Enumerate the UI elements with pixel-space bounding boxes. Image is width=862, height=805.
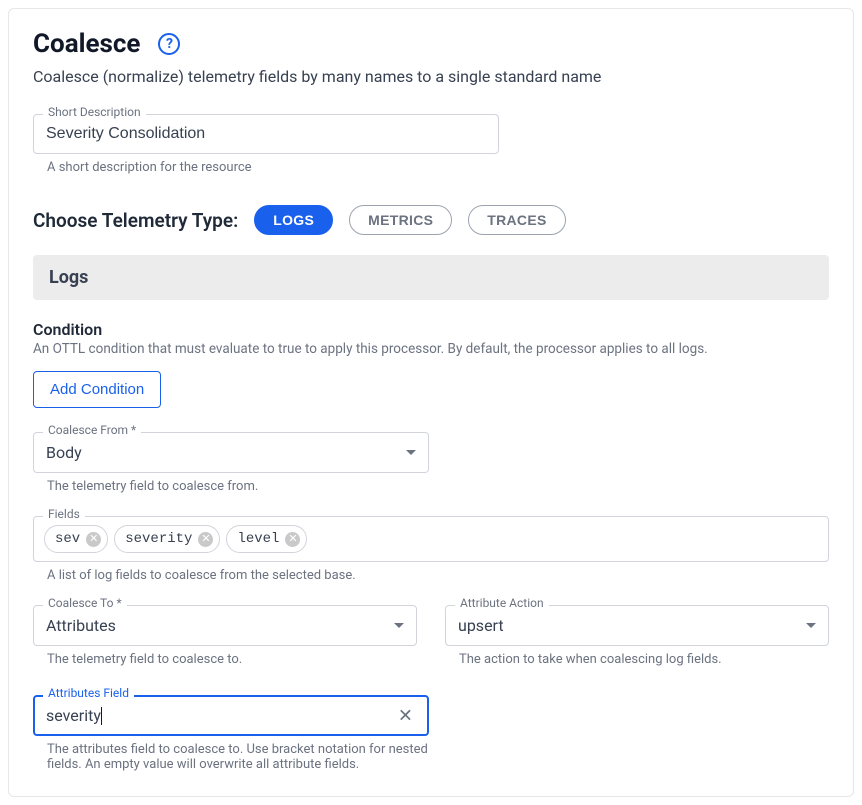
page-title: Coalesce <box>33 29 140 59</box>
short-description-field: Short Description <box>33 114 499 154</box>
attributes-field-value: severity <box>46 706 101 725</box>
telemetry-pill-metrics[interactable]: METRICS <box>349 205 452 235</box>
help-icon[interactable]: ? <box>158 33 180 55</box>
attribute-action-helper: The action to take when coalescing log f… <box>459 652 829 667</box>
short-description-label: Short Description <box>43 105 146 119</box>
attributes-field-label: Attributes Field <box>43 686 134 700</box>
coalesce-to-label: Coalesce To <box>43 596 127 610</box>
telemetry-pill-logs[interactable]: LOGS <box>254 205 333 235</box>
coalesce-panel: Coalesce ? Coalesce (normalize) telemetr… <box>8 8 854 797</box>
coalesce-to-value: Attributes <box>46 616 116 635</box>
remove-chip-icon[interactable]: ✕ <box>285 532 300 547</box>
fields-chips-input[interactable]: sev ✕ severity ✕ level ✕ <box>33 516 829 562</box>
short-description-helper: A short description for the resource <box>47 160 829 175</box>
coalesce-from-helper: The telemetry field to coalesce from. <box>47 479 829 494</box>
logs-section-header: Logs <box>33 255 829 300</box>
attributes-field-helper: The attributes field to coalesce to. Use… <box>47 742 443 772</box>
coalesce-from-field: Coalesce From Body <box>33 432 429 473</box>
field-chip: severity ✕ <box>114 525 220 553</box>
fields-helper: A list of log fields to coalesce from th… <box>47 568 829 583</box>
chevron-down-icon <box>394 623 404 628</box>
field-chip-label: sev <box>55 531 80 547</box>
attribute-action-label: Attribute Action <box>455 596 549 610</box>
remove-chip-icon[interactable]: ✕ <box>86 532 101 547</box>
coalesce-from-label: Coalesce From <box>43 423 141 437</box>
coalesce-from-select[interactable]: Body <box>33 432 429 473</box>
telemetry-type-row: Choose Telemetry Type: LOGS METRICS TRAC… <box>33 205 829 235</box>
fields-label: Fields <box>43 507 85 521</box>
field-chip: level ✕ <box>226 525 307 553</box>
add-condition-button[interactable]: Add Condition <box>33 371 161 408</box>
clear-input-icon[interactable]: ✕ <box>394 701 417 730</box>
remove-chip-icon[interactable]: ✕ <box>198 532 213 547</box>
fields-field: Fields sev ✕ severity ✕ level ✕ <box>33 516 829 562</box>
chevron-down-icon <box>406 450 416 455</box>
field-chip-label: severity <box>125 531 192 547</box>
coalesce-to-row: Coalesce To Attributes The telemetry fie… <box>33 605 829 667</box>
field-chip-label: level <box>237 531 279 547</box>
short-description-input[interactable] <box>33 114 499 154</box>
telemetry-pill-traces[interactable]: TRACES <box>468 205 565 235</box>
coalesce-from-value: Body <box>46 443 82 462</box>
attribute-action-field: Attribute Action upsert <box>445 605 829 646</box>
header-row: Coalesce ? <box>33 29 829 59</box>
telemetry-type-label: Choose Telemetry Type: <box>33 209 238 232</box>
attributes-field-wrap: Attributes Field severity ✕ <box>33 695 429 736</box>
attributes-field-input[interactable]: severity <box>33 695 429 736</box>
condition-heading: Condition <box>33 320 829 339</box>
field-chip: sev ✕ <box>44 525 108 553</box>
attribute-action-select[interactable]: upsert <box>445 605 829 646</box>
chevron-down-icon <box>806 623 816 628</box>
text-cursor <box>101 707 102 725</box>
page-subtitle: Coalesce (normalize) telemetry fields by… <box>33 67 829 86</box>
coalesce-to-helper: The telemetry field to coalesce to. <box>47 652 417 667</box>
condition-desc: An OTTL condition that must evaluate to … <box>33 341 829 357</box>
attribute-action-value: upsert <box>458 616 504 635</box>
coalesce-to-select[interactable]: Attributes <box>33 605 417 646</box>
coalesce-to-field: Coalesce To Attributes <box>33 605 417 646</box>
